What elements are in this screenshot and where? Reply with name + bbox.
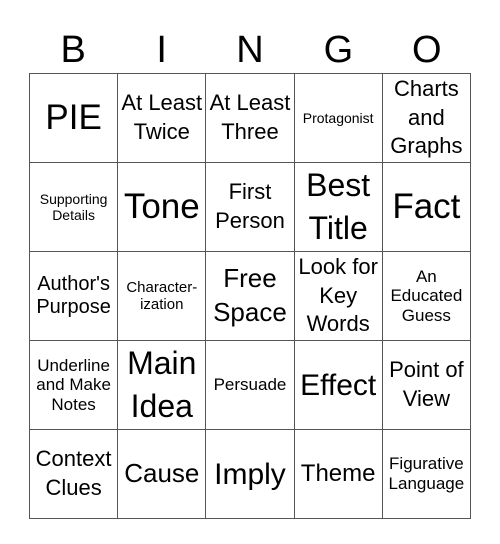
bingo-cell[interactable]: Theme: [293, 429, 383, 519]
bingo-cell[interactable]: Look for Key Words: [293, 251, 383, 341]
bingo-cell[interactable]: Charts and Graphs: [381, 73, 472, 163]
header-letter-i: I: [156, 29, 167, 71]
bingo-cell[interactable]: Persuade: [205, 340, 295, 430]
bingo-cell[interactable]: Imply: [205, 429, 295, 519]
bingo-cell[interactable]: Cause: [117, 429, 207, 519]
bingo-cell[interactable]: PIE: [28, 73, 119, 163]
card-row: Author's Purpose Character-ization Free …: [28, 251, 472, 341]
bingo-cell[interactable]: Best Title: [293, 162, 383, 252]
header-letter-g: G: [323, 29, 354, 71]
card-row: Supporting Details Tone First Person Bes…: [28, 162, 472, 252]
bingo-cell[interactable]: Tone: [117, 162, 207, 252]
header-letter-o: O: [412, 29, 442, 71]
bingo-header: B I N G O: [29, 28, 471, 72]
bingo-cell[interactable]: Context Clues: [28, 429, 119, 519]
bingo-cell[interactable]: At Least Three: [205, 73, 295, 163]
bingo-cell[interactable]: Point of View: [381, 340, 472, 430]
card-row: Underline and Make Notes Main Idea Persu…: [28, 340, 472, 430]
free-space-cell[interactable]: Free Space: [205, 251, 295, 341]
bingo-card: PIE At Least Twice At Least Three Protag…: [28, 73, 472, 519]
bingo-cell[interactable]: Main Idea: [117, 340, 207, 430]
bingo-cell[interactable]: Figurative Language: [381, 429, 472, 519]
bingo-cell[interactable]: Character-ization: [117, 251, 207, 341]
bingo-cell[interactable]: Underline and Make Notes: [28, 340, 119, 430]
bingo-cell[interactable]: At Least Twice: [117, 73, 207, 163]
bingo-cell[interactable]: First Person: [205, 162, 295, 252]
bingo-cell[interactable]: Fact: [381, 162, 472, 252]
bingo-cell[interactable]: Author's Purpose: [28, 251, 119, 341]
bingo-cell[interactable]: Protagonist: [293, 73, 383, 163]
header-letter-n: N: [236, 29, 264, 71]
bingo-cell[interactable]: An Educated Guess: [381, 251, 472, 341]
bingo-cell[interactable]: Effect: [293, 340, 383, 430]
card-row: PIE At Least Twice At Least Three Protag…: [28, 73, 472, 163]
bingo-cell[interactable]: Supporting Details: [28, 162, 119, 252]
card-row: Context Clues Cause Imply Theme Figurati…: [28, 429, 472, 519]
header-letter-b: B: [60, 29, 86, 71]
